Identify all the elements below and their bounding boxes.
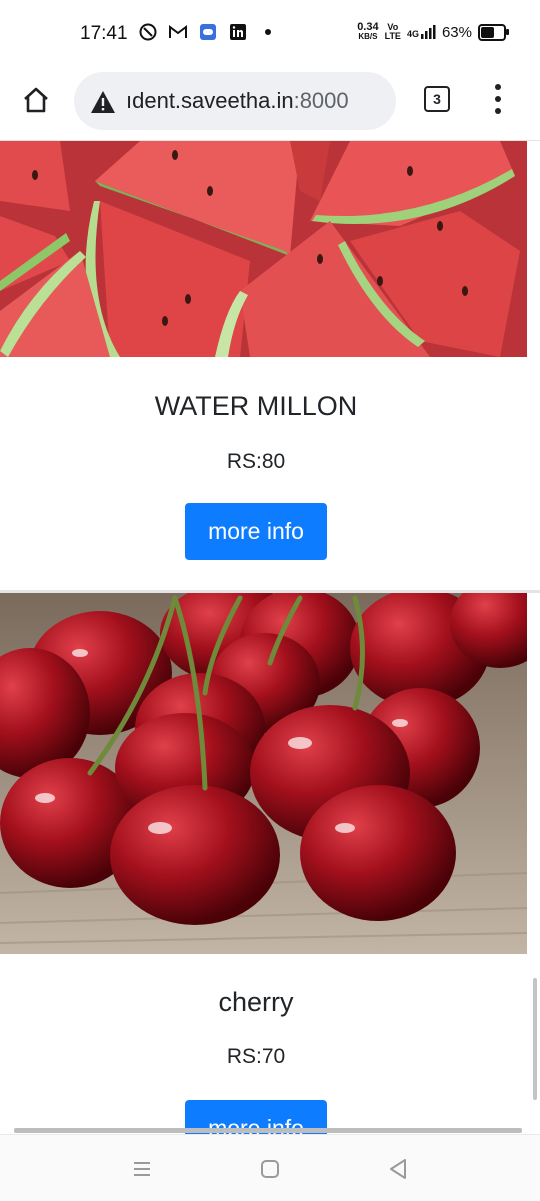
volte-indicator: Vo LTE bbox=[385, 23, 401, 41]
system-status: 0.34 KB/S Vo LTE 4G 63% bbox=[357, 22, 509, 42]
battery-icon bbox=[478, 23, 509, 41]
page-content: WATER MILLON RS:80 more info cherry RS:7… bbox=[0, 141, 540, 1134]
product-name: WATER MILLON bbox=[154, 391, 358, 421]
home-icon bbox=[24, 87, 48, 113]
product-card: WATER MILLON RS:80 more info bbox=[0, 141, 540, 591]
system-navbar bbox=[0, 1134, 540, 1201]
tab-switcher-button[interactable]: 3 bbox=[424, 86, 450, 112]
signal-icon: 4G bbox=[407, 25, 436, 39]
product-image-watermelon bbox=[0, 141, 527, 357]
notification-icons bbox=[138, 22, 278, 42]
product-price: RS:70 bbox=[226, 1045, 286, 1068]
shield-icon bbox=[138, 22, 158, 42]
product-price: RS:80 bbox=[226, 450, 286, 473]
horizontal-scrollbar[interactable] bbox=[14, 1128, 522, 1133]
url-text[interactable]: ıdent.saveetha.in:8000 bbox=[126, 88, 349, 114]
status-time: 17:41 bbox=[80, 23, 128, 44]
more-info-button[interactable]: more info bbox=[185, 503, 327, 560]
warning-icon[interactable] bbox=[90, 90, 116, 114]
dot-icon bbox=[258, 22, 278, 42]
url-host: ıdent.saveetha.in bbox=[126, 88, 294, 113]
product-image-cherry bbox=[0, 593, 527, 954]
home-nav-icon[interactable] bbox=[258, 1157, 282, 1181]
linkedin-icon bbox=[228, 22, 248, 42]
browser-toolbar: ıdent.saveetha.in:8000 3 bbox=[0, 68, 540, 141]
address-bar[interactable]: ıdent.saveetha.in:8000 bbox=[74, 72, 396, 130]
speed-unit: KB/S bbox=[358, 32, 378, 41]
status-bar: 17:41 0.34 KB/S Vo LTE 4G 63% bbox=[0, 0, 540, 68]
gmail-icon bbox=[168, 22, 188, 42]
signal-label: 4G bbox=[406, 29, 419, 39]
product-name: cherry bbox=[218, 987, 294, 1017]
url-port: :8000 bbox=[293, 88, 349, 113]
kebab-menu-icon[interactable] bbox=[486, 82, 510, 116]
back-icon[interactable] bbox=[386, 1157, 410, 1181]
battery-percent: 63% bbox=[441, 23, 472, 41]
network-speed: 0.34 KB/S bbox=[357, 22, 378, 42]
home-button[interactable] bbox=[18, 82, 54, 118]
discord-icon bbox=[198, 22, 218, 42]
product-card: cherry RS:70 more info bbox=[0, 593, 540, 1134]
vertical-scrollbar[interactable] bbox=[533, 978, 537, 1100]
volte-bottom: LTE bbox=[384, 31, 401, 41]
recent-apps-icon[interactable] bbox=[130, 1157, 154, 1181]
